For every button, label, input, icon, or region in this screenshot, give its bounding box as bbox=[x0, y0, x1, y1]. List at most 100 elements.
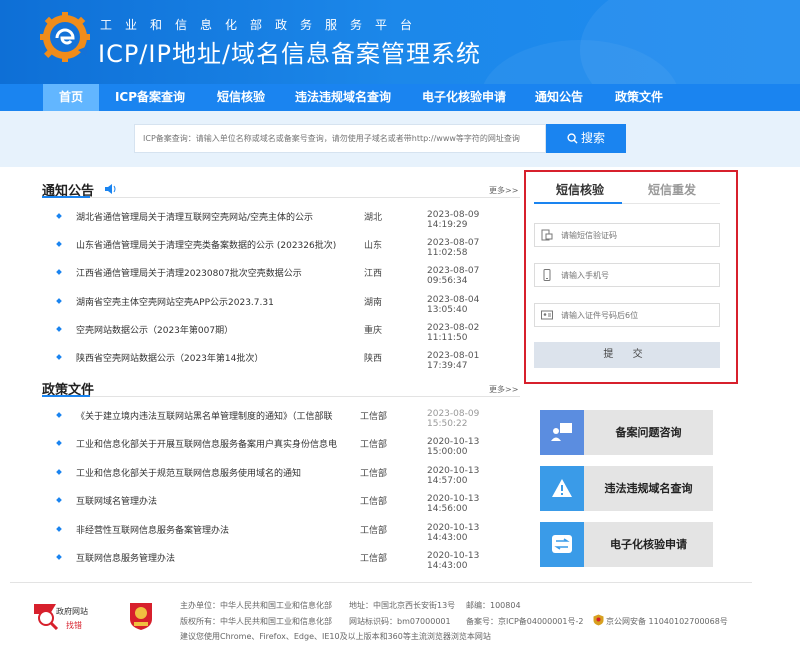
list-item[interactable]: 《关于建立境内违法互联网站黑名单管理制度的通知》（工信部联 工信部 2023-0… bbox=[56, 409, 517, 429]
notice-date: 2023-08-02 11:11:50 bbox=[427, 323, 480, 343]
notice-date: 2023-08-01 17:39:47 bbox=[427, 351, 480, 371]
policy-title[interactable]: 互联网信息服务管理办法 bbox=[76, 551, 342, 564]
list-item[interactable]: 陕西省空壳网站数据公示（2023年第14批次） 陕西 2023-08-01 17… bbox=[56, 351, 517, 371]
policy-date: 2023-08-09 15:50:22 bbox=[427, 409, 480, 429]
footer-divider bbox=[10, 582, 752, 583]
policy-title[interactable]: 工业和信息化部关于规范互联网信息服务使用域名的通知 bbox=[76, 466, 342, 479]
notice-region: 陕西 bbox=[364, 354, 383, 364]
nav-home[interactable]: 首页 bbox=[43, 84, 99, 111]
list-item[interactable]: 山东省通信管理局关于清理空壳类备案数据的公示 (202326批次) 山东 202… bbox=[56, 238, 517, 258]
policy-source: 工信部 bbox=[360, 469, 388, 479]
phone-field[interactable] bbox=[534, 263, 720, 287]
e-verify-button[interactable]: 电子化核验申请 bbox=[540, 522, 713, 567]
footer-icp-link[interactable]: 备案号：京ICP备04000001号-2 bbox=[466, 616, 583, 627]
footer-site-code: 网站标识码：bm07000001 bbox=[349, 617, 451, 626]
e-verify-label: 电子化核验申请 bbox=[610, 538, 687, 551]
policy-source: 工信部 bbox=[360, 554, 388, 564]
notice-title[interactable]: 湖南省空壳主体空壳网站空壳APP公示2023.7.31 bbox=[76, 295, 342, 308]
policies-more-link[interactable]: 更多>> bbox=[489, 384, 518, 395]
footer-police-link[interactable]: 京公网安备 11040102700068号 bbox=[606, 616, 728, 627]
policy-title[interactable]: 《关于建立境内违法互联网站黑名单管理制度的通知》（工信部联 bbox=[76, 409, 342, 422]
nav-e-verify[interactable]: 电子化核验申请 bbox=[413, 84, 515, 111]
policy-title[interactable]: 互联网域名管理办法 bbox=[76, 494, 342, 507]
id-card-field[interactable] bbox=[534, 303, 720, 327]
policy-date: 2020-10-13 15:00:00 bbox=[427, 437, 480, 457]
footer-copyright: 版权所有：中华人民共和国工业和信息化部 bbox=[180, 617, 332, 626]
id-card-input[interactable] bbox=[561, 304, 717, 326]
consult-icon bbox=[551, 423, 572, 441]
gov-site-label[interactable]: 政府网站 bbox=[56, 606, 88, 617]
nav-policies[interactable]: 政策文件 bbox=[606, 84, 672, 111]
list-item[interactable]: 空壳网站数据公示（2023年第007期） 重庆 2023-08-02 11:11… bbox=[56, 323, 517, 343]
nav-sms-verify[interactable]: 短信核验 bbox=[204, 84, 278, 111]
list-item[interactable]: 互联网域名管理办法 工信部 2020-10-13 14:56:00 bbox=[56, 494, 517, 514]
nav-illegal-domain[interactable]: 违法违规域名查询 bbox=[289, 84, 397, 111]
search-band: 搜索 bbox=[0, 111, 800, 167]
policy-source: 工信部 bbox=[360, 497, 388, 507]
list-item[interactable]: 湖北省通信管理局关于清理互联网空壳网站/空壳主体的公示 湖北 2023-08-0… bbox=[56, 210, 517, 230]
tab-sms-resend[interactable]: 短信重发 bbox=[648, 181, 696, 198]
sms-code-input[interactable] bbox=[561, 224, 717, 246]
policy-source: 工信部 bbox=[360, 440, 388, 450]
policy-title[interactable]: 工业和信息化部关于开展互联网信息服务备案用户真实身份信息电 bbox=[76, 437, 342, 450]
notice-title[interactable]: 空壳网站数据公示（2023年第007期） bbox=[76, 323, 342, 336]
tab-active-indicator bbox=[534, 202, 622, 204]
footer-browser-tip: 建议您使用Chrome、Firefox、Edge、IE10及以上版本和360等主… bbox=[180, 632, 491, 641]
search-input[interactable] bbox=[134, 124, 546, 153]
policies-divider bbox=[42, 395, 520, 397]
list-item[interactable]: 非经营性互联网信息服务备案管理办法 工信部 2020-10-13 14:43:0… bbox=[56, 523, 517, 543]
notice-region: 湖北 bbox=[364, 213, 383, 223]
search-icon bbox=[567, 133, 578, 144]
notice-date: 2023-08-04 13:05:40 bbox=[427, 295, 480, 315]
bullet-icon bbox=[56, 241, 62, 247]
list-item[interactable]: 江西省通信管理局关于清理20230807批次空壳数据公示 江西 2023-08-… bbox=[56, 266, 517, 286]
phone-input[interactable] bbox=[561, 264, 717, 286]
notice-date: 2023-08-09 14:19:29 bbox=[427, 210, 480, 230]
find-error-link[interactable]: 找错 bbox=[66, 620, 82, 631]
consult-icon-box bbox=[540, 410, 584, 455]
list-item[interactable]: 工业和信息化部关于规范互联网信息服务使用域名的通知 工信部 2020-10-13… bbox=[56, 466, 517, 486]
bullet-icon bbox=[56, 440, 62, 446]
tab-sms-verify[interactable]: 短信核验 bbox=[556, 181, 604, 198]
bullet-icon bbox=[56, 412, 62, 418]
policy-date: 2020-10-13 14:57:00 bbox=[427, 466, 480, 486]
sms-verify-panel: 短信核验 短信重发 提 交 bbox=[524, 170, 738, 384]
warning-icon-box bbox=[540, 466, 584, 511]
list-item[interactable]: 湖南省空壳主体空壳网站空壳APP公示2023.7.31 湖南 2023-08-0… bbox=[56, 295, 517, 315]
search-button[interactable]: 搜索 bbox=[546, 124, 626, 153]
header-subtitle: 工业和信息化部政务服务平台 bbox=[100, 18, 426, 32]
notice-region: 江西 bbox=[364, 269, 383, 279]
bullet-icon bbox=[56, 526, 62, 532]
notice-title[interactable]: 山东省通信管理局关于清理空壳类备案数据的公示 (202326批次) bbox=[76, 238, 342, 251]
nav-icp-query[interactable]: ICP备案查询 bbox=[106, 84, 194, 111]
transfer-icon bbox=[552, 535, 572, 553]
nav-notices[interactable]: 通知公告 bbox=[527, 84, 591, 111]
illegal-domain-button[interactable]: 违法违规域名查询 bbox=[540, 466, 713, 511]
sms-code-icon bbox=[541, 229, 553, 241]
footer-sponsor: 主办单位：中华人民共和国工业和信息化部 bbox=[180, 601, 332, 610]
sms-code-field[interactable] bbox=[534, 223, 720, 247]
policy-title[interactable]: 非经营性互联网信息服务备案管理办法 bbox=[76, 523, 342, 536]
notice-title[interactable]: 陕西省空壳网站数据公示（2023年第14批次） bbox=[76, 351, 342, 364]
notice-title[interactable]: 湖北省通信管理局关于清理互联网空壳网站/空壳主体的公示 bbox=[76, 210, 342, 223]
policy-date: 2020-10-13 14:43:00 bbox=[427, 523, 480, 543]
notices-more-link[interactable]: 更多>> bbox=[489, 185, 518, 196]
consult-button[interactable]: 备案问题咨询 bbox=[540, 410, 713, 455]
policy-source: 工信部 bbox=[360, 412, 388, 422]
notice-region: 山东 bbox=[364, 241, 383, 251]
id-card-icon bbox=[541, 310, 553, 320]
phone-icon bbox=[543, 269, 551, 281]
list-item[interactable]: 互联网信息服务管理办法 工信部 2020-10-13 14:43:00 bbox=[56, 551, 517, 571]
list-item[interactable]: 工业和信息化部关于开展互联网信息服务备案用户真实身份信息电 工信部 2020-1… bbox=[56, 437, 517, 457]
illegal-domain-label: 违法违规域名查询 bbox=[604, 482, 693, 495]
notice-region: 湖南 bbox=[364, 298, 383, 308]
notices-divider bbox=[42, 196, 520, 198]
notice-date: 2023-08-07 09:56:34 bbox=[427, 266, 480, 286]
notice-title[interactable]: 江西省通信管理局关于清理20230807批次空壳数据公示 bbox=[76, 266, 342, 279]
search-button-label: 搜索 bbox=[580, 131, 605, 145]
bullet-icon bbox=[56, 554, 62, 560]
consult-label: 备案问题咨询 bbox=[615, 426, 682, 439]
main-nav: 首页 ICP备案查询 短信核验 违法违规域名查询 电子化核验申请 通知公告 政策… bbox=[0, 84, 800, 111]
submit-button[interactable]: 提 交 bbox=[534, 342, 720, 368]
site-header: 工业和信息化部政务服务平台 ICP/IP地址/域名信息备案管理系统 bbox=[0, 0, 800, 84]
